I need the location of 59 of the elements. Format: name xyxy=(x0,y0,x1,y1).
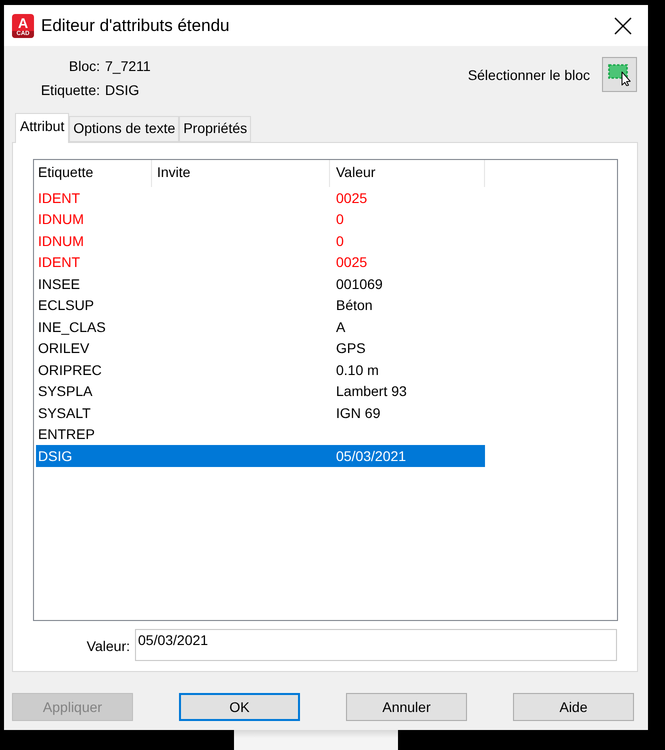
tag-cell-text: SYSPLA xyxy=(37,383,94,400)
tag-cell-text: INE_CLAS xyxy=(37,318,107,335)
value-cell-text: Béton xyxy=(335,297,374,314)
tag-value: DSIG xyxy=(105,82,140,98)
column-header[interactable]: Invite xyxy=(152,160,330,187)
tag-cell-text: IDNUM xyxy=(37,211,85,228)
tag-cell-text: ENTREP xyxy=(37,426,96,442)
value-cell-text: 001069 xyxy=(335,276,384,292)
tag-cell-text: DSIG xyxy=(37,448,74,464)
block-value: 7_7211 xyxy=(105,58,151,74)
column-header[interactable]: Etiquette xyxy=(34,160,152,187)
dialog-button[interactable]: Aide xyxy=(513,693,634,721)
tag-cell-text: IDENT xyxy=(37,254,81,270)
table-row[interactable]: INSEE 001069 xyxy=(36,273,485,294)
table-row[interactable]: IDENT 0025 xyxy=(36,252,485,273)
close-icon xyxy=(614,16,632,34)
table-row[interactable]: IDENT 0025 xyxy=(36,187,485,208)
value-cell-text: 0 xyxy=(335,232,345,249)
value-cell-text: 0 xyxy=(335,211,345,228)
value-cell-text: GPS xyxy=(335,340,367,356)
tag-cell-text: IDNUM xyxy=(37,232,85,249)
table-row[interactable]: SYSPLA Lambert 93 xyxy=(36,380,485,402)
logo-letter: A xyxy=(18,14,28,30)
value-cell-text: 0.10 m xyxy=(335,362,380,378)
value-cell-text: 05/03/2021 xyxy=(335,448,408,464)
table-row[interactable]: IDNUM 0 xyxy=(36,230,485,252)
table-row[interactable]: ECLSUP Béton xyxy=(36,294,485,316)
dialog-button[interactable]: Annuler xyxy=(346,693,467,721)
tag-cell-text: IDENT xyxy=(37,190,81,206)
select-block-label: Sélectionner le bloc xyxy=(468,66,590,82)
value-cell-text: 0025 xyxy=(335,190,368,206)
tag-cell-text: SYSALT xyxy=(37,404,92,421)
table-row[interactable]: ENTREP xyxy=(36,424,485,445)
table-row[interactable]: INE_CLAS A xyxy=(36,316,485,338)
tag-cell-text: ECLSUP xyxy=(37,297,96,314)
tag-cell-text: ORIPREC xyxy=(37,362,103,378)
select-block-button[interactable] xyxy=(602,57,637,92)
value-input-field[interactable]: 05/03/2021 xyxy=(135,629,617,661)
value-label: Valeur: xyxy=(86,637,130,656)
tag-cell-text: ORILEV xyxy=(37,340,90,356)
table-row[interactable]: IDNUM 0 xyxy=(36,208,485,230)
block-label: Bloc: xyxy=(68,58,100,74)
select-window-icon xyxy=(608,64,632,86)
column-header[interactable]: Valeur xyxy=(330,160,485,187)
tag-label: Etiquette: xyxy=(40,82,100,98)
tab[interactable]: Propriétés xyxy=(179,116,252,142)
tag-cell-text: INSEE xyxy=(37,276,82,292)
table-row[interactable]: SYSALT IGN 69 xyxy=(36,402,485,424)
value-cell-text: 0025 xyxy=(335,254,368,270)
window-title: Editeur d'attributs étendu xyxy=(41,16,230,36)
dialog-button[interactable]: OK xyxy=(179,693,300,721)
table-row[interactable]: ORILEV GPS xyxy=(36,338,485,359)
table-row[interactable]: DSIG 05/03/2021 xyxy=(36,445,485,466)
tab[interactable]: Options de texte xyxy=(69,116,180,142)
value-cell-text: IGN 69 xyxy=(335,404,382,421)
value-cell-text: Lambert 93 xyxy=(335,383,408,400)
tab[interactable]: Attribut xyxy=(15,113,70,143)
value-cell-text: A xyxy=(335,318,346,335)
table-row[interactable]: ORIPREC 0.10 m xyxy=(36,359,485,380)
